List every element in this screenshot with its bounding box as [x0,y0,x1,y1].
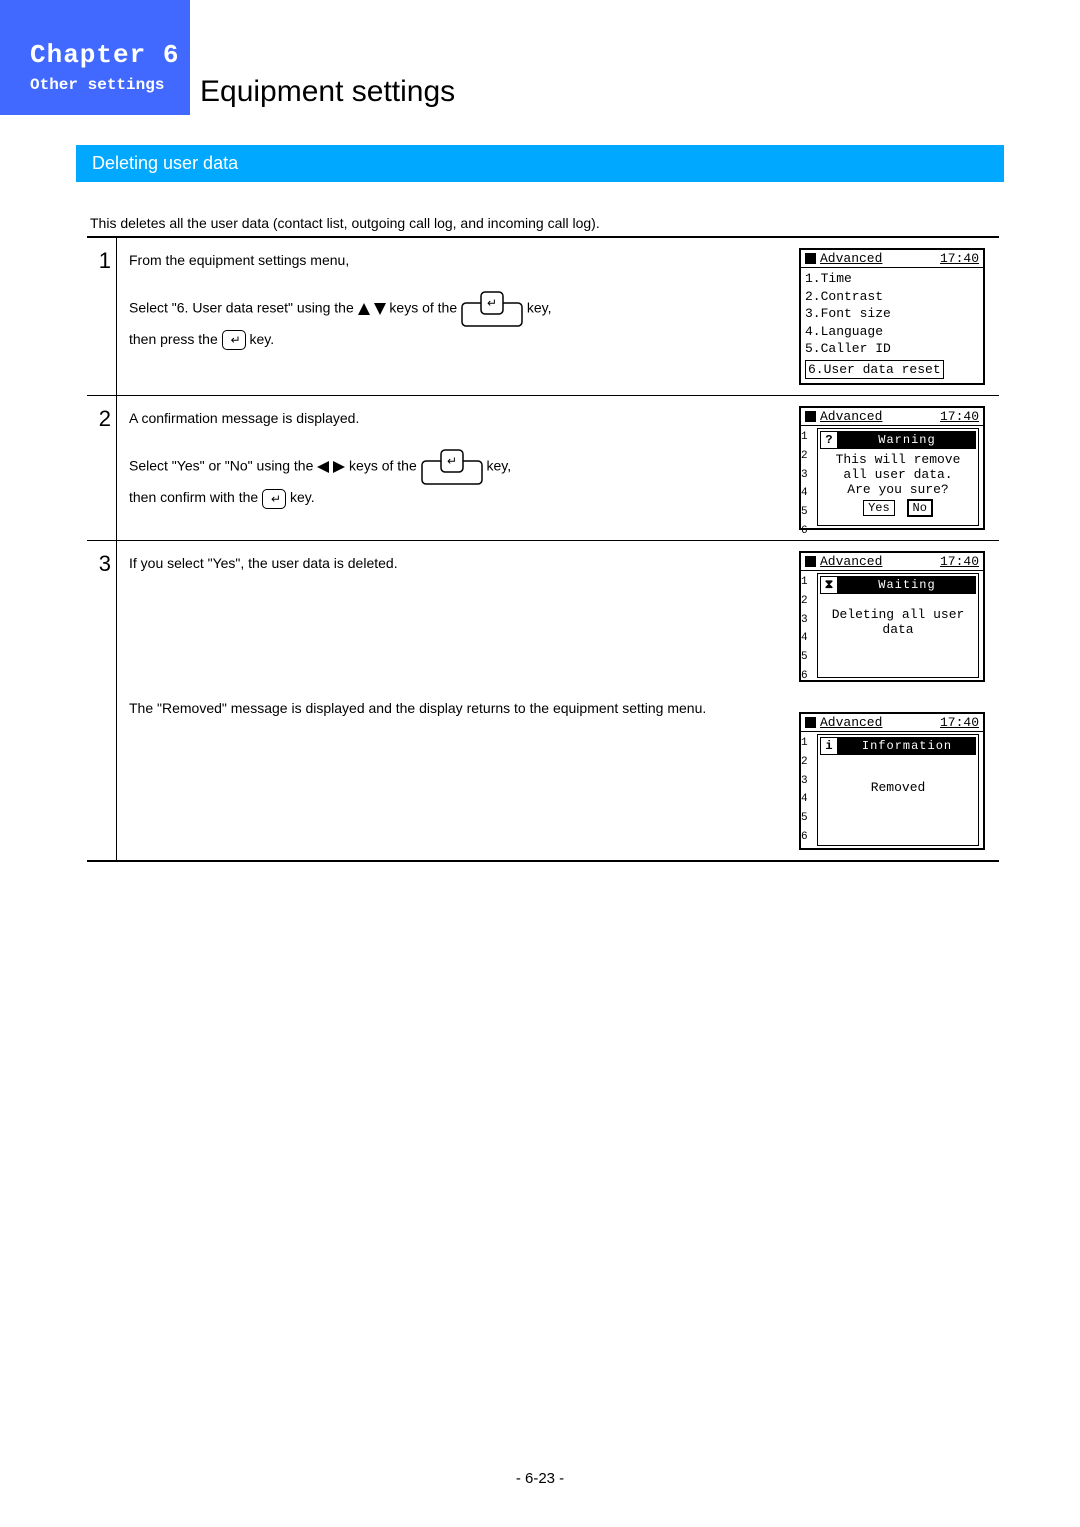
right-arrow-icon [333,461,345,473]
dialog-text: Deleting all user [820,607,976,622]
lcd-header: Advanced 17:40 [801,250,983,268]
square-icon [805,717,816,728]
lcd-background-digits: 1 2 3 4 5 6 [801,734,808,846]
lcd-screen-menu: Advanced 17:40 1.Time 2.Contrast 3.Font … [799,248,985,385]
left-arrow-icon [317,461,329,473]
step-number: 3 [87,541,117,860]
step-text: then press the key. [129,327,787,352]
lcd-screen-information: Advanced 17:40 1 2 3 4 5 6 i Information… [799,712,985,850]
step-text: A confirmation message is displayed. [129,406,787,431]
step-text: Select "6. User data reset" using the ke… [129,291,787,327]
dialog-title: Information [838,737,976,755]
lcd-screen-waiting: Advanced 17:40 1 2 3 4 5 6 ⧗ Waiting Del… [799,551,985,682]
lcd-dialog: i Information Removed [817,734,979,846]
menu-item: 4.Language [805,323,979,341]
lcd-header: Advanced 17:40 [801,408,983,426]
dialog-title: Waiting [838,576,976,594]
step-number: 1 [87,238,117,395]
question-icon: ? [820,431,838,449]
dpad-key-icon: ↵ [461,291,523,327]
page-number: - 6-23 - [0,1470,1080,1487]
square-icon [805,253,816,264]
step-text: The "Removed" message is displayed and t… [129,696,787,721]
step-screens: Advanced 17:40 1 2 3 4 5 6 ⧗ Waiting Del… [799,541,999,860]
section-heading: Deleting user data [76,145,1004,182]
lcd-body: 1.Time 2.Contrast 3.Font size 4.Language… [801,268,983,383]
chapter-header: Chapter 6 Other settings [0,0,190,115]
lcd-dialog: ? Warning This will remove all user data… [817,428,979,526]
square-icon [805,556,816,567]
dialog-text: Removed [820,780,976,795]
step-body: From the equipment settings menu, Select… [117,238,799,395]
dialog-text: This will remove [820,452,976,467]
lcd-background-digits: 1 2 3 4 5 6 [801,573,808,685]
step-body: If you select "Yes", the user data is de… [117,541,799,860]
up-arrow-icon [358,303,370,315]
info-icon: i [820,737,838,755]
steps-table: 1 From the equipment settings menu, Sele… [87,238,999,862]
dialog-text: Are you sure? [820,482,976,497]
dialog-text: all user data. [820,467,976,482]
lcd-screen-warning: Advanced 17:40 1 2 3 4 5 6 ? Warning Thi… [799,406,985,530]
square-icon [805,411,816,422]
lcd-header: Advanced 17:40 [801,714,983,732]
chapter-subtitle: Other settings [30,76,180,94]
svg-text:↵: ↵ [447,454,457,468]
step-text: then confirm with the key. [129,485,787,510]
lcd-time: 17:40 [940,554,979,569]
step-row: 2 A confirmation message is displayed. S… [87,396,999,541]
menu-item: 1.Time [805,270,979,288]
intro-text: This deletes all the user data (contact … [90,215,1000,231]
no-button: No [907,499,933,517]
step-text: Select "Yes" or "No" using the keys of t… [129,449,787,485]
page-title: Equipment settings [200,75,455,109]
step-row: 3 If you select "Yes", the user data is … [87,541,999,862]
lcd-background-digits: 1 2 3 4 5 6 [801,428,808,540]
dialog-title: Warning [838,431,976,449]
lcd-dialog: ⧗ Waiting Deleting all user data [817,573,979,678]
yes-button: Yes [863,500,895,516]
lcd-time: 17:40 [940,715,979,730]
menu-item: 2.Contrast [805,288,979,306]
dpad-key-icon: ↵ [421,449,483,485]
dialog-text: data [820,622,976,637]
svg-text:↵: ↵ [487,296,497,310]
step-screens: Advanced 17:40 1 2 3 4 5 6 ? Warning Thi… [799,396,999,540]
step-text: If you select "Yes", the user data is de… [129,551,787,576]
step-screens: Advanced 17:40 1.Time 2.Contrast 3.Font … [799,238,999,395]
step-text: From the equipment settings menu, [129,248,787,273]
down-arrow-icon [374,303,386,315]
enter-key-icon [222,330,246,350]
menu-item: 5.Caller ID [805,340,979,358]
lcd-time: 17:40 [940,409,979,424]
lcd-header: Advanced 17:40 [801,553,983,571]
step-body: A confirmation message is displayed. Sel… [117,396,799,540]
menu-item-selected: 6.User data reset [805,360,944,380]
chapter-title: Chapter 6 [30,40,180,70]
hourglass-icon: ⧗ [820,576,838,594]
menu-item: 3.Font size [805,305,979,323]
step-row: 1 From the equipment settings menu, Sele… [87,238,999,396]
enter-key-icon [262,489,286,509]
step-number: 2 [87,396,117,540]
lcd-time: 17:40 [940,251,979,266]
